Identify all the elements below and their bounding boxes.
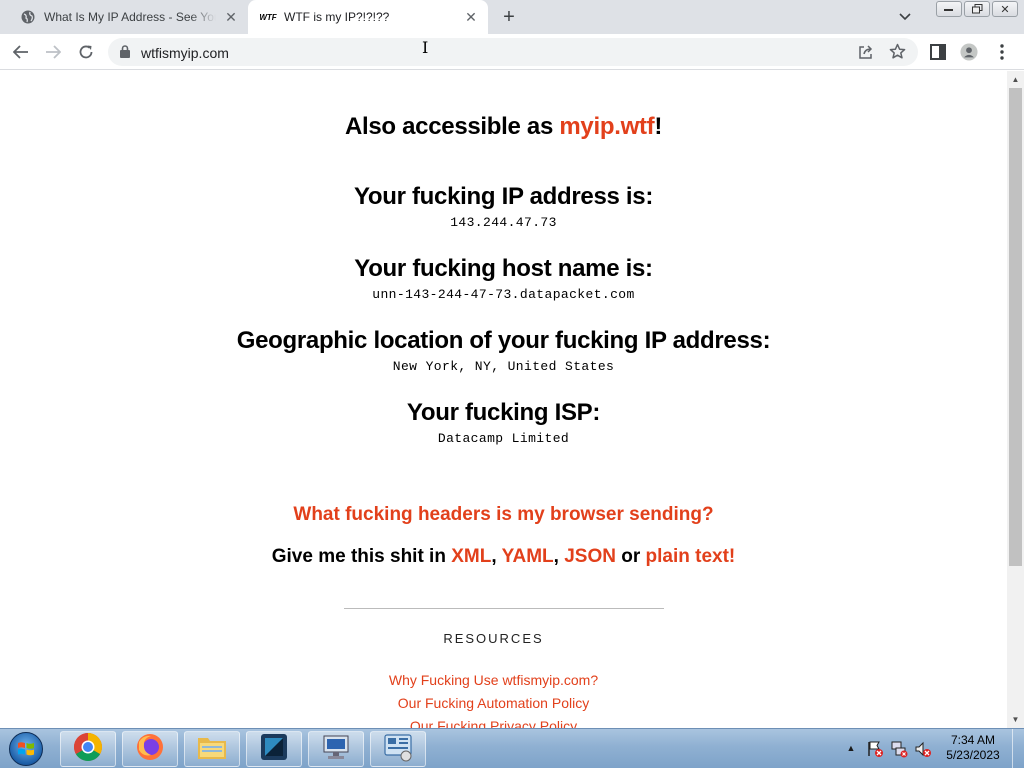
explorer-taskbar-button[interactable] — [184, 731, 240, 767]
control-panel-taskbar-button[interactable] — [370, 731, 426, 767]
side-panel-icon[interactable] — [929, 43, 947, 61]
app-taskbar-button[interactable] — [246, 731, 302, 767]
formats-sep: , — [491, 546, 502, 567]
tab-title: WTF is my IP?!?!?? — [284, 10, 390, 24]
resource-link-automation[interactable]: Our Fucking Automation Policy — [0, 695, 987, 711]
plain-text-link[interactable]: plain text! — [646, 546, 736, 567]
restore-icon[interactable] — [964, 1, 990, 17]
geo-heading: Geographic location of your fucking IP a… — [236, 327, 771, 354]
address-bar[interactable]: wtfismyip.com — [108, 38, 918, 66]
bookmark-star-icon[interactable] — [889, 43, 906, 65]
ip-heading: Your fucking IP address is: — [353, 183, 654, 210]
tray-expand-icon[interactable]: ▲ — [844, 741, 858, 755]
action-center-flag-icon[interactable] — [866, 740, 884, 763]
lock-icon[interactable] — [120, 45, 130, 63]
myip-wtf-link[interactable]: myip.wtf — [559, 113, 654, 140]
clock-date: 5/23/2023 — [946, 748, 1000, 762]
share-icon[interactable] — [858, 44, 874, 65]
chevron-down-icon[interactable] — [895, 8, 915, 26]
scroll-up-icon[interactable]: ▲ — [1007, 71, 1024, 88]
profile-avatar-icon[interactable] — [960, 43, 978, 61]
xml-link[interactable]: XML — [451, 546, 491, 567]
reload-icon[interactable] — [74, 40, 98, 64]
formats-line: Give me this shit in XML, YAML, JSON or … — [0, 546, 1007, 568]
forward-arrow-icon[interactable] — [41, 40, 65, 64]
network-app-taskbar-button[interactable] — [308, 731, 364, 767]
close-icon[interactable]: ✕ — [222, 8, 240, 26]
tab-title: What Is My IP Address - See Your — [44, 10, 216, 24]
app-icon — [259, 732, 289, 767]
wtf-favicon-icon: WTF — [259, 12, 277, 22]
minimize-icon[interactable] — [936, 1, 962, 17]
chrome-icon — [73, 732, 103, 767]
start-button[interactable] — [4, 730, 48, 768]
tab-whatismyip[interactable]: What Is My IP Address - See Your ✕ — [0, 0, 248, 34]
divider — [344, 608, 664, 609]
isp-heading: Your fucking ISP: — [406, 399, 601, 426]
volume-muted-icon[interactable] — [914, 740, 932, 763]
firefox-taskbar-button[interactable] — [122, 731, 178, 767]
clock-time: 7:34 AM — [950, 733, 996, 747]
formats-or: or — [615, 546, 646, 567]
windows-logo-icon — [9, 732, 43, 766]
window-controls: ✕ — [936, 1, 1018, 17]
text-cursor-icon: I — [422, 38, 429, 57]
headers-link[interactable]: What fucking headers is my browser sendi… — [0, 504, 1007, 526]
resource-link-why[interactable]: Why Fucking Use wtfismyip.com? — [0, 672, 987, 688]
tab-wtfismyip[interactable]: WTF WTF is my IP?!?!?? ✕ — [248, 0, 488, 34]
new-tab-icon[interactable]: + — [498, 6, 520, 28]
browser-toolbar: wtfismyip.com — [0, 34, 1024, 70]
formats-sep: , — [553, 546, 565, 567]
explorer-icon — [196, 733, 228, 766]
resource-link-privacy[interactable]: Our Fucking Privacy Policy — [0, 718, 987, 728]
resources-heading: RESOURCES — [443, 631, 544, 646]
control-panel-icon — [382, 732, 414, 767]
page-scrollbar[interactable]: ▲ ▼ — [1007, 71, 1024, 728]
json-link[interactable]: JSON — [564, 546, 616, 567]
windows-taskbar: ▲ 7:34 AM 5/23/2023 — [0, 728, 1024, 769]
scroll-down-icon[interactable]: ▼ — [1007, 711, 1024, 728]
url-text[interactable]: wtfismyip.com — [141, 45, 229, 61]
geo-value: New York, NY, United States — [392, 359, 615, 374]
yaml-link[interactable]: YAML — [502, 546, 554, 567]
ip-value: 143.244.47.73 — [450, 215, 557, 230]
formats-prefix: Give me this shit in — [271, 546, 452, 567]
network-status-icon[interactable] — [890, 740, 908, 763]
close-icon[interactable]: ✕ — [462, 8, 480, 26]
host-value: unn-143-244-47-73.datapacket.com — [372, 287, 635, 302]
chrome-taskbar-button[interactable] — [60, 731, 116, 767]
close-window-icon[interactable]: ✕ — [992, 1, 1018, 17]
accessible-suffix: ! — [654, 113, 663, 140]
back-arrow-icon[interactable] — [9, 40, 33, 64]
firefox-icon — [135, 732, 165, 767]
isp-value: Datacamp Limited — [437, 431, 570, 446]
accessible-prefix: Also accessible as — [344, 113, 560, 140]
accessible-heading: Also accessible as myip.wtf! — [0, 113, 1007, 141]
tab-strip: What Is My IP Address - See Your ✕ WTF W… — [0, 0, 1024, 34]
scroll-thumb[interactable] — [1009, 88, 1022, 566]
host-heading: Your fucking host name is: — [354, 255, 653, 282]
show-desktop-button[interactable] — [1012, 729, 1024, 769]
page-viewport: Also accessible as myip.wtf! Your fuckin… — [0, 71, 1007, 728]
kebab-menu-icon[interactable] — [993, 43, 1011, 61]
network-app-icon — [320, 732, 352, 767]
globe-icon — [20, 9, 36, 25]
system-clock[interactable]: 7:34 AM 5/23/2023 — [940, 733, 1006, 763]
